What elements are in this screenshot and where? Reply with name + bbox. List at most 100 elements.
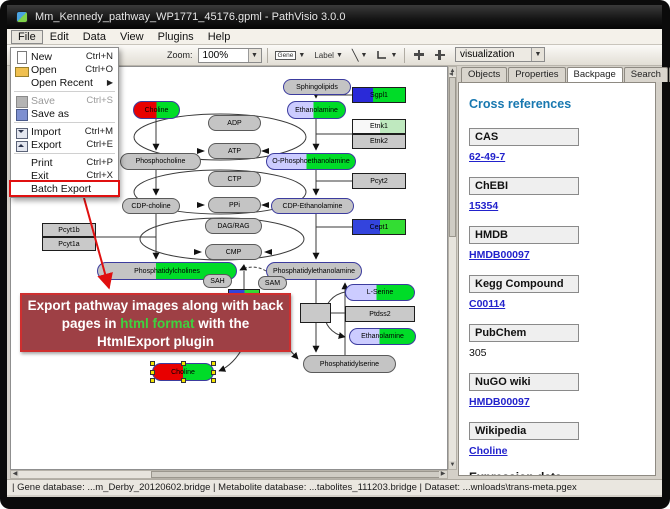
selection-handle[interactable] [181,378,186,383]
save-as-icon [15,108,27,120]
menu-item-label: Export [31,139,82,151]
pathway-node-cmp[interactable]: CMP [205,244,262,260]
node-label: CMP [226,249,242,256]
pathway-node-phosphatidylserine[interactable]: Phosphatidylserine [303,355,396,373]
tab-objects[interactable]: Objects [461,67,507,82]
file-menu-item-open-recent[interactable]: Open Recent▶ [11,76,118,89]
pathway-node-cdp-choline[interactable]: CDP-choline [122,198,180,214]
file-menu-item-print[interactable]: PrintCtrl+P [11,156,118,169]
selection-handle[interactable] [150,361,155,366]
menu-item-spacer [15,77,27,89]
menu-file[interactable]: File [11,30,43,44]
file-menu-item-import[interactable]: ImportCtrl+M [11,125,118,138]
tab-properties[interactable]: Properties [508,67,565,82]
node-label: CDP-choline [131,203,170,210]
vertical-scroll-thumb[interactable] [449,77,456,237]
pathway-node-pcyt1a[interactable]: Pcyt1a [42,237,96,251]
pathway-node-l-serine[interactable]: L-Serine [345,284,415,301]
chevron-down-icon[interactable]: ▼ [390,52,397,59]
menu-view[interactable]: View [113,30,151,44]
pathway-node-cept1[interactable]: Cept1 [352,219,406,235]
canvas-vertical-scrollbar[interactable]: ▲ ▼ [448,66,457,470]
cross-reference-link[interactable]: 62-49-7 [469,151,655,163]
canvas-horizontal-scrollbar[interactable]: ◀ ▶ [10,470,448,479]
cross-reference-link[interactable]: 15354 [469,200,655,212]
pathway-node-ethanolamine[interactable]: Ethanolamine [349,328,416,345]
title-bar[interactable]: Mm_Kennedy_pathway_WP1771_45176.gpml - P… [7,5,662,29]
panel-splitter-handle[interactable]: ◂ [449,66,457,80]
node-label: Sphingolipids [296,84,338,91]
align-center-x-button[interactable] [410,47,427,64]
scroll-left-icon[interactable]: ◀ [11,471,19,478]
file-menu-item-open[interactable]: OpenCtrl+O [11,63,118,76]
tab-search[interactable]: Search [624,67,668,82]
backpage-section-chebi: ChEBI15354 [469,176,655,212]
menu-plugins[interactable]: Plugins [151,30,201,44]
pathway-node-sphingolipids[interactable]: Sphingolipids [283,79,351,95]
pathway-node-ppi[interactable]: PPi [208,197,261,213]
selection-handle[interactable] [211,361,216,366]
pathway-node-sgpl1[interactable]: Sgpl1 [352,87,406,103]
node-label: DAG/RAG [217,223,249,230]
file-menu-dropdown: NewCtrl+NOpenCtrl+OOpen Recent▶ SaveCtrl+… [10,47,119,198]
menu-edit[interactable]: Edit [43,30,76,44]
pathway-node-sam[interactable]: SAM [258,276,287,290]
chevron-down-icon[interactable]: ▼ [531,48,544,61]
menu-item-shortcut: Ctrl+M [85,126,113,137]
zoom-combobox[interactable]: 100% ▼ [198,48,262,63]
selection-handle[interactable] [211,378,216,383]
add-gene-button[interactable]: Gene ▼ [273,47,308,64]
add-label-button[interactable]: Label ▼ [312,47,345,64]
chevron-down-icon[interactable]: ▼ [336,52,343,59]
visualization-combobox[interactable]: visualization ▼ [455,47,545,62]
pathway-node-atp[interactable]: ATP [208,143,261,159]
chevron-down-icon[interactable]: ▼ [361,52,368,59]
draw-line-button[interactable]: ╲ ▼ [350,47,370,64]
pathway-node-sah[interactable]: SAH [203,274,232,288]
selection-handle[interactable] [150,370,155,375]
cross-reference-link[interactable]: C00114 [469,298,655,310]
selection-handle[interactable] [211,370,216,375]
scroll-right-icon[interactable]: ▶ [439,471,447,478]
pathway-node-ctp[interactable]: CTP [208,171,261,187]
chevron-down-icon[interactable]: ▼ [298,52,305,59]
pathway-node-o-phosphoethanolamine[interactable]: O-Phosphoethanolamine [266,153,356,170]
cross-reference-link[interactable]: Choline [469,445,655,457]
menu-data[interactable]: Data [76,30,113,44]
pathway-node-ptdss2[interactable]: Ptdss2 [345,306,415,322]
pathway-node-choline[interactable]: Choline [152,363,214,381]
file-menu-item-save[interactable]: SaveCtrl+S [11,94,118,107]
tab-backpage[interactable]: Backpage [567,67,623,83]
cross-reference-link[interactable]: HMDB00097 [469,249,655,261]
selection-handle[interactable] [181,361,186,366]
pathway-node-ethanolamine[interactable]: Ethanolamine [287,101,346,119]
toolbar-separator [267,48,268,63]
pathway-node-cdp-ethanolamine[interactable]: CDP-Ethanolamine [271,198,354,214]
scroll-down-icon[interactable]: ▼ [449,461,456,469]
selection-handle[interactable] [150,378,155,383]
status-text: | Gene database: ...m_Derby_20120602.bri… [12,482,577,493]
file-menu-item-new[interactable]: NewCtrl+N [11,50,118,63]
draw-connector-button[interactable]: ▼ [374,47,399,64]
chevron-down-icon[interactable]: ▼ [248,49,261,62]
horizontal-scroll-thumb[interactable] [151,471,441,478]
pathway-node-etnk2[interactable]: Etnk2 [352,134,406,149]
align-center-y-button[interactable] [431,47,448,64]
pathway-node-etnk1[interactable]: Etnk1 [352,119,406,134]
file-menu-item-batch-export[interactable]: Batch Export [11,182,118,195]
pathway-node-adp[interactable]: ADP [208,115,261,131]
pathway-node-pcyt1b[interactable]: Pcyt1b [42,223,96,237]
file-menu-item-exit[interactable]: ExitCtrl+X [11,169,118,182]
cross-reference-link[interactable]: HMDB00097 [469,396,655,408]
pathway-node[interactable] [300,303,331,323]
file-menu-item-export[interactable]: ExportCtrl+E [11,138,118,151]
menu-help[interactable]: Help [201,30,238,44]
annotation-line: Export pathway images along with back [22,297,289,315]
pathway-node-choline[interactable]: Choline [133,101,180,119]
pathway-node-dag-rag[interactable]: DAG/RAG [205,218,262,234]
pathway-node-pcyt2[interactable]: Pcyt2 [352,173,406,189]
pathway-node-phosphocholine[interactable]: Phosphocholine [120,153,201,170]
file-menu-item-save-as[interactable]: Save as [11,107,118,120]
menu-item-spacer [15,170,27,182]
backpage-section-cas: CAS62-49-7 [469,127,655,163]
